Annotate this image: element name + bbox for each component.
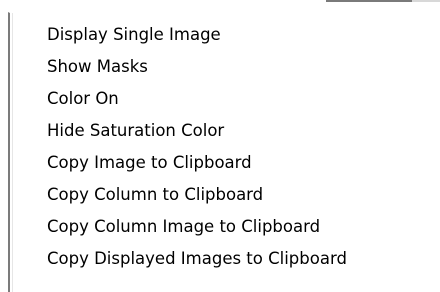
- menu-item-display-single-image[interactable]: Display Single Image: [10, 19, 438, 50]
- menu-item-show-masks[interactable]: Show Masks: [10, 51, 438, 82]
- menu-item-copy-column-to-clipboard[interactable]: Copy Column to Clipboard: [10, 179, 438, 210]
- menu-item-copy-image-to-clipboard[interactable]: Copy Image to Clipboard: [10, 147, 438, 178]
- menu-item-copy-column-image-to-clipboard[interactable]: Copy Column Image to Clipboard: [10, 211, 438, 242]
- context-menu: Display Single Image Show Masks Color On…: [8, 12, 440, 292]
- window-edge-light-segment: [412, 0, 440, 2]
- window-edge: [0, 0, 440, 8]
- menu-item-hide-saturation-color[interactable]: Hide Saturation Color: [10, 115, 438, 146]
- menu-item-color-on[interactable]: Color On: [10, 83, 438, 114]
- menu-item-copy-displayed-images-to-clipboard[interactable]: Copy Displayed Images to Clipboard: [10, 243, 438, 274]
- window-edge-dark-segment: [326, 0, 412, 2]
